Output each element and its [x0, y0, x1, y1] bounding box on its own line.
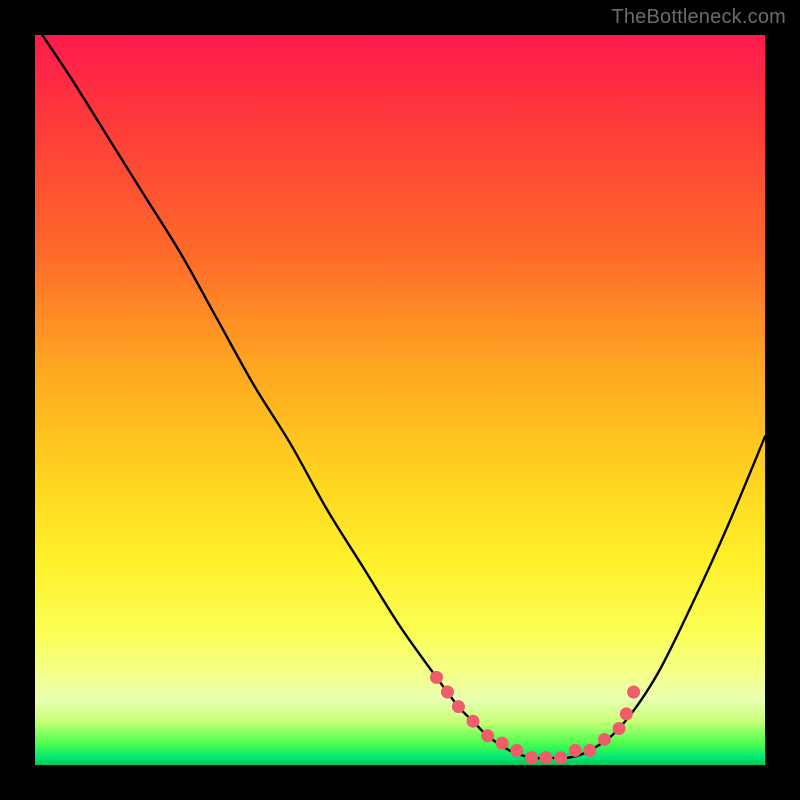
- curve-svg: [35, 35, 765, 765]
- highlight-dot: [583, 744, 596, 757]
- highlight-dot: [627, 686, 640, 699]
- highlight-dot: [620, 707, 633, 720]
- chart-frame: TheBottleneck.com: [0, 0, 800, 800]
- highlight-dot: [525, 751, 538, 764]
- highlight-dot: [481, 729, 494, 742]
- watermark-label: TheBottleneck.com: [611, 6, 786, 29]
- highlight-dot: [430, 671, 443, 684]
- plot-area: [35, 35, 765, 765]
- highlight-dot: [554, 751, 567, 764]
- bottleneck-curve: [42, 35, 765, 758]
- highlight-dot: [569, 744, 582, 757]
- highlight-dot: [510, 744, 523, 757]
- highlight-dot: [598, 733, 611, 746]
- highlight-dot: [441, 686, 454, 699]
- highlight-dot: [540, 751, 553, 764]
- highlight-dots-group: [430, 671, 640, 764]
- highlight-dot: [613, 722, 626, 735]
- highlight-dot: [452, 700, 465, 713]
- highlight-dot: [467, 715, 480, 728]
- highlight-dot: [496, 737, 509, 750]
